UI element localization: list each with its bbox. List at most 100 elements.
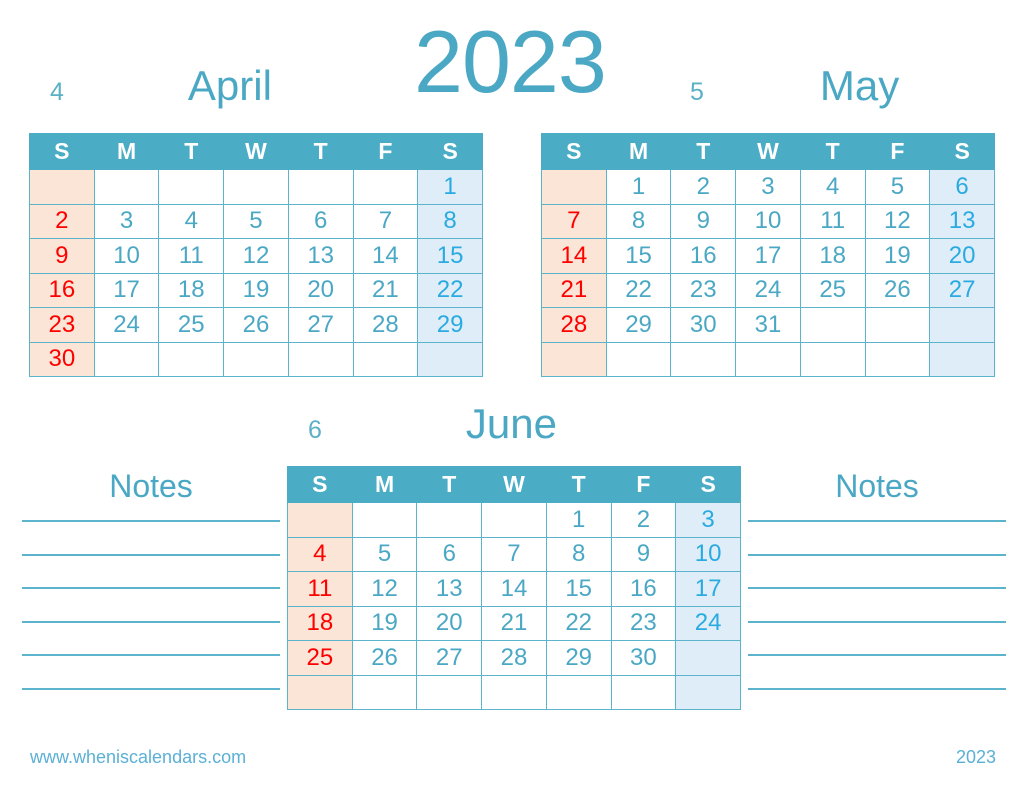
- day-cell[interactable]: [158, 169, 225, 205]
- day-cell[interactable]: [929, 307, 995, 343]
- day-cell[interactable]: 2: [29, 203, 95, 239]
- day-cell[interactable]: 28: [481, 640, 547, 676]
- day-cell[interactable]: 20: [416, 605, 483, 641]
- day-cell[interactable]: 19: [351, 605, 418, 641]
- day-cell[interactable]: [287, 341, 354, 377]
- day-cell[interactable]: 27: [416, 640, 483, 676]
- day-cell[interactable]: 18: [287, 605, 353, 641]
- notes-line[interactable]: [22, 687, 280, 690]
- day-cell[interactable]: 13: [287, 238, 354, 274]
- day-cell[interactable]: [416, 674, 483, 710]
- day-cell[interactable]: 15: [545, 571, 612, 607]
- notes-line[interactable]: [22, 587, 280, 590]
- day-cell[interactable]: [223, 341, 289, 377]
- day-cell[interactable]: [670, 341, 737, 377]
- day-cell[interactable]: 18: [158, 272, 225, 308]
- day-cell[interactable]: 25: [287, 640, 353, 676]
- day-cell[interactable]: 6: [287, 203, 354, 239]
- notes-line[interactable]: [22, 520, 280, 522]
- footer-website-url[interactable]: www.wheniscalendars.com: [30, 747, 246, 768]
- notes-line[interactable]: [748, 520, 1006, 522]
- notes-line[interactable]: [748, 654, 1006, 657]
- day-cell[interactable]: 23: [29, 307, 95, 343]
- day-cell[interactable]: [541, 169, 607, 205]
- day-cell[interactable]: 3: [675, 502, 741, 538]
- day-cell[interactable]: 21: [481, 605, 547, 641]
- day-cell[interactable]: 10: [93, 238, 160, 274]
- day-cell[interactable]: [799, 341, 866, 377]
- day-cell[interactable]: [93, 169, 160, 205]
- day-cell[interactable]: [929, 341, 995, 377]
- notes-line[interactable]: [748, 587, 1006, 590]
- day-cell[interactable]: 27: [929, 272, 995, 308]
- day-cell[interactable]: [158, 341, 225, 377]
- day-cell[interactable]: 13: [929, 203, 995, 239]
- day-cell[interactable]: [610, 674, 677, 710]
- day-cell[interactable]: 20: [287, 272, 354, 308]
- day-cell[interactable]: 7: [481, 536, 547, 572]
- notes-line[interactable]: [22, 654, 280, 657]
- day-cell[interactable]: 26: [223, 307, 289, 343]
- day-cell[interactable]: [605, 341, 672, 377]
- day-cell[interactable]: 4: [287, 536, 353, 572]
- day-cell[interactable]: [417, 341, 483, 377]
- day-cell[interactable]: [864, 307, 931, 343]
- day-cell[interactable]: 20: [929, 238, 995, 274]
- day-cell[interactable]: 16: [670, 238, 737, 274]
- day-cell[interactable]: 28: [352, 307, 419, 343]
- day-cell[interactable]: [864, 341, 931, 377]
- day-cell[interactable]: 4: [799, 169, 866, 205]
- day-cell[interactable]: 15: [605, 238, 672, 274]
- notes-lines-left[interactable]: [22, 520, 280, 690]
- day-cell[interactable]: 13: [416, 571, 483, 607]
- day-cell[interactable]: 4: [158, 203, 225, 239]
- day-cell[interactable]: 16: [610, 571, 677, 607]
- calendar-table-june[interactable]: S M T W T F S 1 2 3 4 5 6 7 8 9 10 11 12…: [287, 466, 741, 710]
- day-cell[interactable]: 17: [675, 571, 741, 607]
- day-cell[interactable]: [352, 169, 419, 205]
- day-cell[interactable]: 26: [864, 272, 931, 308]
- day-cell[interactable]: 11: [287, 571, 353, 607]
- day-cell[interactable]: 16: [29, 272, 95, 308]
- day-cell[interactable]: 29: [417, 307, 483, 343]
- day-cell[interactable]: 19: [223, 272, 289, 308]
- day-cell[interactable]: 2: [670, 169, 737, 205]
- day-cell[interactable]: 5: [864, 169, 931, 205]
- day-cell[interactable]: [352, 341, 419, 377]
- day-cell[interactable]: 2: [610, 502, 677, 538]
- day-cell[interactable]: 30: [29, 341, 95, 377]
- day-cell[interactable]: [93, 341, 160, 377]
- day-cell[interactable]: 8: [545, 536, 612, 572]
- day-cell[interactable]: 27: [287, 307, 354, 343]
- day-cell[interactable]: [545, 674, 612, 710]
- day-cell[interactable]: [29, 169, 95, 205]
- day-cell[interactable]: 23: [670, 272, 737, 308]
- day-cell[interactable]: [675, 640, 741, 676]
- day-cell[interactable]: [799, 307, 866, 343]
- notes-line[interactable]: [748, 620, 1006, 623]
- day-cell[interactable]: [481, 502, 547, 538]
- day-cell[interactable]: [287, 502, 353, 538]
- day-cell[interactable]: [675, 674, 741, 710]
- day-cell[interactable]: 5: [223, 203, 289, 239]
- day-cell[interactable]: 30: [610, 640, 677, 676]
- day-cell[interactable]: 24: [735, 272, 801, 308]
- day-cell[interactable]: 14: [481, 571, 547, 607]
- calendar-table-april[interactable]: S M T W T F S 1 2 3 4 5 6 7 8 9 10 11 12…: [29, 133, 483, 377]
- day-cell[interactable]: 12: [864, 203, 931, 239]
- day-cell[interactable]: 14: [541, 238, 607, 274]
- day-cell[interactable]: 3: [93, 203, 160, 239]
- day-cell[interactable]: 9: [29, 238, 95, 274]
- day-cell[interactable]: 8: [605, 203, 672, 239]
- day-cell[interactable]: [541, 341, 607, 377]
- day-cell[interactable]: 29: [545, 640, 612, 676]
- day-cell[interactable]: 8: [417, 203, 483, 239]
- day-cell[interactable]: 31: [735, 307, 801, 343]
- day-cell[interactable]: 9: [670, 203, 737, 239]
- day-cell[interactable]: 1: [417, 169, 483, 205]
- day-cell[interactable]: 30: [670, 307, 737, 343]
- day-cell[interactable]: 11: [799, 203, 866, 239]
- notes-line[interactable]: [748, 553, 1006, 556]
- day-cell[interactable]: 25: [799, 272, 866, 308]
- day-cell[interactable]: 6: [416, 536, 483, 572]
